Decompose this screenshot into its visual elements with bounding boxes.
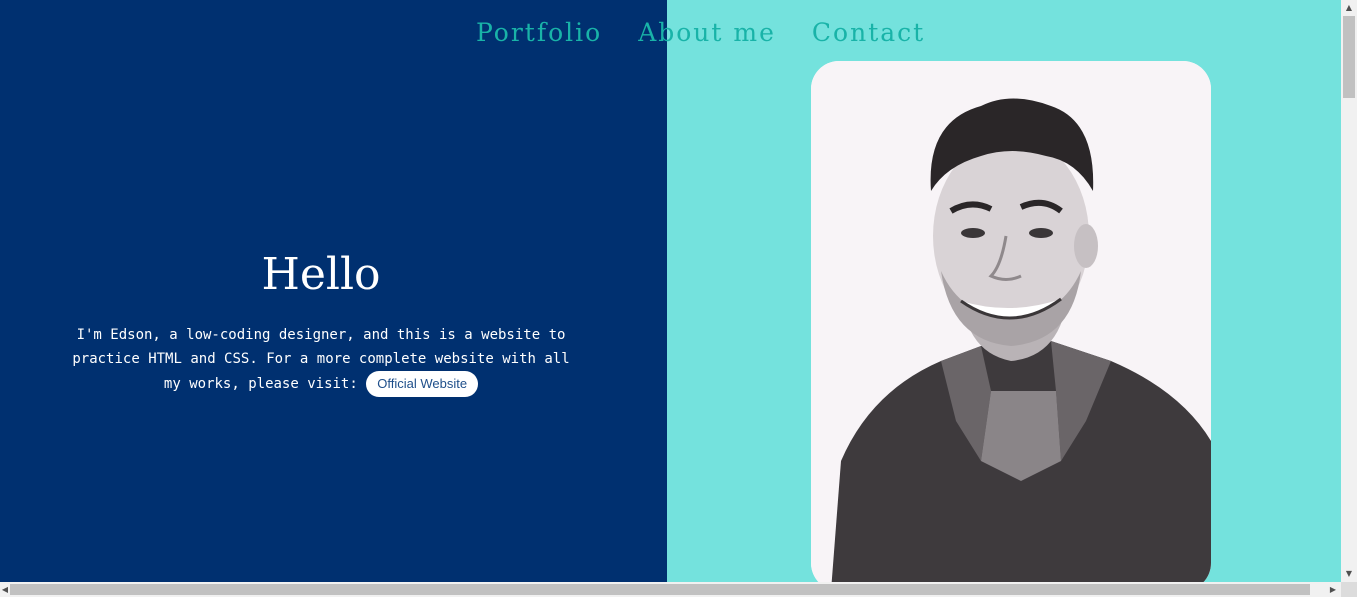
- nav-link-contact[interactable]: Contact: [812, 18, 925, 47]
- hero-heading: Hello: [261, 249, 381, 300]
- portrait-illustration: [811, 61, 1211, 591]
- portrait-photo: [811, 61, 1211, 591]
- vertical-scrollbar[interactable]: ▲ ▼: [1341, 0, 1357, 582]
- nav-link-portfolio[interactable]: Portfolio: [476, 18, 602, 47]
- vertical-scroll-thumb[interactable]: [1343, 16, 1355, 98]
- scroll-down-icon[interactable]: ▼: [1341, 566, 1357, 582]
- hero-intro-text: I'm Edson, a low-coding designer, and th…: [72, 327, 570, 392]
- scroll-up-icon[interactable]: ▲: [1341, 0, 1357, 16]
- horizontal-scrollbar[interactable]: ◀ ▶: [0, 582, 1341, 597]
- scroll-right-icon[interactable]: ▶: [1328, 582, 1338, 597]
- main-nav: Portfolio About me Contact: [476, 18, 925, 47]
- horizontal-scroll-thumb[interactable]: [10, 584, 1310, 595]
- hero-section: Hello I'm Edson, a low-coding designer, …: [60, 245, 582, 397]
- nav-link-about-me[interactable]: About me: [638, 18, 776, 47]
- scrollbar-corner: [1341, 582, 1357, 597]
- hero-intro: I'm Edson, a low-coding designer, and th…: [60, 323, 582, 397]
- official-website-button[interactable]: Official Website: [366, 371, 479, 397]
- scroll-left-icon[interactable]: ◀: [0, 582, 10, 597]
